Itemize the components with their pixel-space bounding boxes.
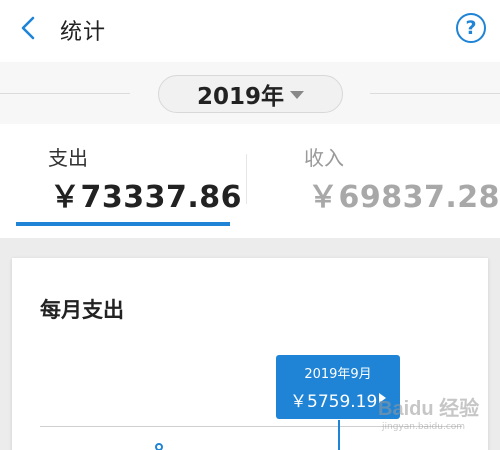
income-label: 收入 <box>304 146 344 170</box>
chart-baseline <box>40 426 462 427</box>
chart-point[interactable] <box>155 443 163 450</box>
question-icon: ? <box>465 17 477 39</box>
chevron-left-icon <box>21 16 35 40</box>
card-title: 每月支出 <box>40 298 124 322</box>
tab-divider <box>246 154 247 204</box>
caret-down-icon <box>290 91 304 99</box>
header-bar: 统计 ? <box>0 0 500 58</box>
expense-amount: ￥73337.86 <box>50 180 243 215</box>
divider-line <box>0 93 130 94</box>
tooltip-stem <box>338 420 340 450</box>
income-amount: ￥69837.28 <box>308 180 500 215</box>
page-title: 统计 <box>60 20 107 45</box>
tab-income[interactable]: 收入 ￥69837.28 <box>250 126 500 236</box>
summary-tabs: 支出 ￥73337.86 收入 ￥69837.28 <box>0 126 500 236</box>
year-dropdown[interactable]: 2019年 <box>158 75 343 113</box>
tab-expense[interactable]: 支出 ￥73337.86 <box>16 126 242 236</box>
tooltip-month: 2019年9月 <box>304 367 372 382</box>
help-button[interactable]: ? <box>456 13 486 43</box>
tooltip-value: ￥5759.19 <box>290 392 378 412</box>
year-value: 2019年 <box>196 84 284 110</box>
active-tab-indicator <box>16 222 230 226</box>
year-selector-row: 2019年 <box>0 62 500 124</box>
statistics-screen: 统计 ? 2019年 支出 ￥73337.86 收入 ￥69837.28 每月支… <box>0 0 500 450</box>
expense-label: 支出 <box>48 146 88 170</box>
divider-line <box>370 93 500 94</box>
back-button[interactable] <box>12 12 44 44</box>
monthly-expense-card: 每月支出 2019年9月 ￥5759.19 <box>12 258 488 450</box>
month-tooltip[interactable]: 2019年9月 ￥5759.19 <box>276 355 400 419</box>
play-arrow-icon <box>379 393 386 403</box>
